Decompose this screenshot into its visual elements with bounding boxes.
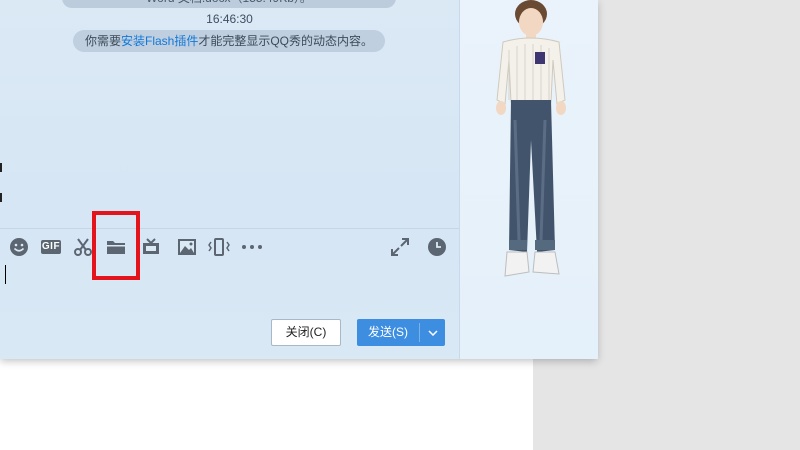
clipped-text-fragment: [0, 163, 2, 172]
file-message-bubble: Word 文档.docx（155.49Kb）。: [62, 0, 396, 8]
expand-icon[interactable]: [388, 236, 412, 258]
image-icon[interactable]: [175, 236, 199, 258]
input-toolbar: GIF: [0, 233, 459, 261]
tv-icon[interactable]: [139, 236, 163, 258]
history-clock-icon[interactable]: [425, 236, 449, 258]
flash-notice: 你需要安装Flash插件才能完整显示QQ秀的动态内容。: [73, 30, 385, 52]
notice-suffix: 才能完整显示QQ秀的动态内容。: [198, 34, 374, 48]
emoji-icon[interactable]: [7, 236, 31, 258]
shake-icon[interactable]: [207, 236, 231, 258]
input-divider: [0, 228, 459, 229]
qq-show-panel: [459, 0, 598, 359]
install-flash-link[interactable]: 安装Flash插件: [121, 34, 198, 48]
send-options-chevron-down-icon[interactable]: [420, 319, 445, 346]
close-button[interactable]: 关闭(C): [271, 319, 341, 346]
clipped-text-fragment: [0, 193, 2, 202]
text-cursor: [5, 265, 6, 284]
chat-area: Word 文档.docx（155.49Kb）。 16:46:30 你需要安装Fl…: [0, 0, 459, 359]
gif-icon[interactable]: GIF: [39, 236, 63, 258]
gif-label: GIF: [41, 240, 61, 254]
notice-prefix: 你需要: [84, 34, 121, 48]
message-timestamp: 16:46:30: [206, 12, 253, 26]
send-button[interactable]: 发送(S): [357, 319, 445, 346]
more-icon[interactable]: [240, 236, 264, 258]
qq-show-avatar: [496, 0, 566, 277]
send-button-label: 发送(S): [368, 325, 408, 339]
chat-window: Word 文档.docx（155.49Kb）。 16:46:30 你需要安装Fl…: [0, 0, 598, 359]
folder-highlight-box: [92, 211, 140, 280]
